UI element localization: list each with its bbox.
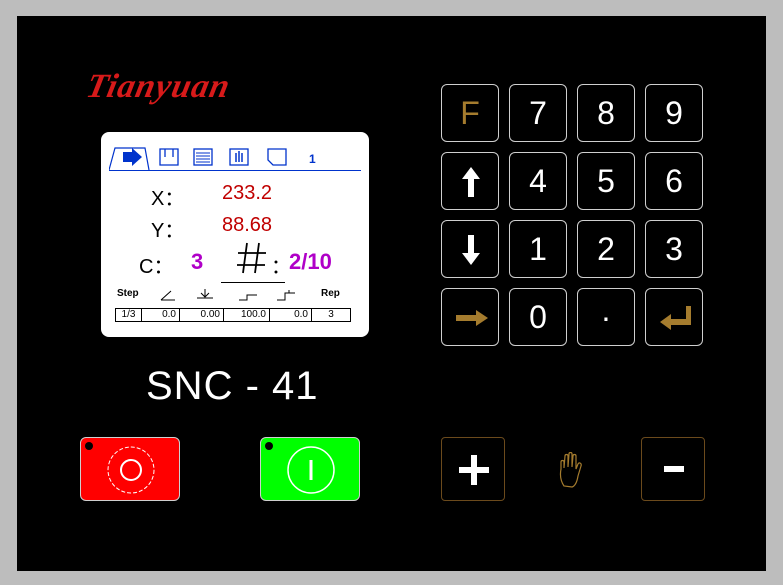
bend-die-icon[interactable]: [157, 146, 181, 168]
table-cell-depth: 0.00: [180, 309, 224, 321]
key-4[interactable]: 4: [509, 152, 567, 210]
up-arrow-icon: [462, 167, 480, 197]
hand-manual-icon: [556, 451, 586, 495]
step-table-row: 1/3 0.0 0.00 100.0 0.0 3: [115, 308, 351, 322]
key-8[interactable]: 8: [577, 84, 635, 142]
key-5[interactable]: 5: [577, 152, 635, 210]
model-name: SNC - 41: [146, 364, 319, 408]
plus-button[interactable]: [441, 437, 505, 501]
count-value: 2/10: [289, 249, 332, 274]
lcd-screen: 1 X： 233.2 Y： 88.68 C： 3 ： 2/10 Step Rep…: [101, 132, 369, 337]
count-underline: [221, 282, 285, 283]
minus-icon: [664, 466, 684, 472]
f-key[interactable]: F: [441, 84, 499, 142]
down-arrow-icon: [462, 235, 480, 265]
lcd-tab-bar: 1: [109, 144, 361, 172]
key-9[interactable]: 9: [645, 84, 703, 142]
tab-number: 1: [309, 152, 316, 166]
c-counter-label: C：: [139, 256, 174, 278]
table-cell-x: 100.0: [224, 309, 270, 321]
y-axis-label: Y：: [151, 220, 185, 242]
depth-icon: [195, 288, 215, 307]
c-counter-value: 3: [191, 249, 204, 274]
table-cell-r: 0.0: [270, 309, 312, 321]
brand-logo: Tianyuan: [83, 68, 234, 105]
key-3[interactable]: 3: [645, 220, 703, 278]
angle-icon: [159, 288, 177, 307]
plus-icon: [459, 455, 489, 485]
settings-page-icon[interactable]: [265, 146, 289, 168]
x-axis-value: 233.2: [222, 182, 273, 204]
stop-button[interactable]: [80, 437, 180, 501]
minus-button[interactable]: [641, 437, 705, 501]
decimal-point-key[interactable]: ·: [577, 288, 635, 346]
key-7[interactable]: 7: [509, 84, 567, 142]
key-6[interactable]: 6: [645, 152, 703, 210]
enter-key[interactable]: [645, 288, 703, 346]
start-button[interactable]: [260, 437, 360, 501]
right-arrow-icon: [456, 310, 488, 326]
up-arrow-key[interactable]: [441, 152, 499, 210]
table-cell-rep: 3: [328, 309, 334, 320]
count-icon: [235, 240, 269, 281]
step-header: Step: [117, 288, 139, 299]
right-arrow-key[interactable]: [441, 288, 499, 346]
stop-icon: [107, 446, 155, 494]
enter-icon: [660, 306, 691, 330]
table-cell-angle: 0.0: [142, 309, 180, 321]
x-position-icon: [237, 288, 259, 307]
tab-underline: [109, 170, 361, 171]
x-axis-label: X：: [151, 188, 185, 210]
key-2[interactable]: 2: [577, 220, 635, 278]
y-axis-value: 88.68: [222, 214, 273, 236]
down-arrow-key[interactable]: [441, 220, 499, 278]
count-separator: ：: [271, 256, 291, 278]
key-1[interactable]: 1: [509, 220, 567, 278]
control-panel: Tianyuan 1 X： 233.2 Y： 88.68 C： 3 ： 2/10…: [17, 16, 766, 571]
list-icon[interactable]: [191, 146, 215, 168]
key-0[interactable]: 0: [509, 288, 567, 346]
hand-manual-icon[interactable]: [227, 146, 251, 168]
r-position-icon: [275, 288, 297, 307]
arrow-right-icon[interactable]: [121, 146, 145, 168]
table-cell-step: 1/3: [116, 309, 142, 321]
start-icon: [287, 446, 335, 494]
rep-header: Rep: [321, 288, 340, 299]
